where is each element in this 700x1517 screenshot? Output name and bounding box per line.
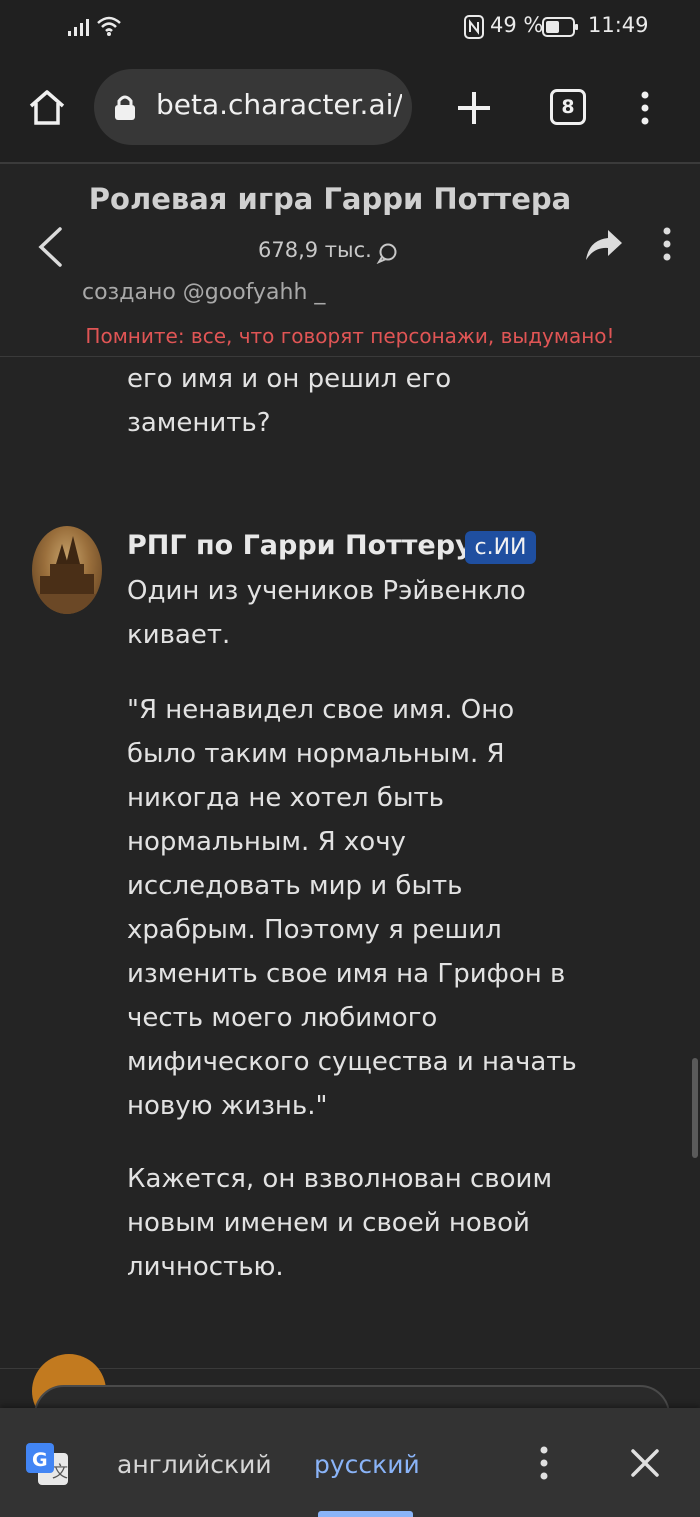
- message-line: нормальным. Я хочу: [127, 827, 406, 857]
- chat-title: Ролевая игра Гарри Поттера: [88, 182, 572, 216]
- chat-bubble-icon: [376, 243, 397, 264]
- new-tab-icon[interactable]: [456, 90, 492, 126]
- message-line: Один из учеников Рэйвенкло: [127, 576, 526, 606]
- chat-menu-icon[interactable]: [660, 226, 674, 262]
- message-line: храбрым. Поэтому я решил: [127, 915, 502, 945]
- bot-avatar[interactable]: [32, 526, 102, 614]
- message-line: честь моего любимого: [127, 1003, 438, 1033]
- wifi-icon: [97, 16, 121, 36]
- active-tab-indicator: [318, 1511, 413, 1517]
- interaction-count: 678,9 тыс.: [258, 238, 372, 262]
- browser-toolbar: beta.character.ai/ 8: [0, 56, 700, 164]
- message-line: новым именем и своей новой: [127, 1208, 530, 1238]
- message-paragraph-1: Один из учеников Рэйвенкло кивает.: [127, 569, 677, 657]
- svg-text:文: 文: [52, 1462, 68, 1481]
- google-translate-icon: 文 G: [26, 1443, 68, 1485]
- clock: 11:49: [588, 13, 649, 37]
- message-line: мифического существа и начать: [127, 1047, 577, 1077]
- divider: [0, 1368, 700, 1369]
- back-arrow-icon[interactable]: [36, 226, 64, 268]
- message-line: изменить свое имя на Грифон в: [127, 959, 566, 989]
- bot-name: РПГ по Гарри Поттеру: [127, 530, 473, 561]
- message-paragraph-2: "Я ненавидел свое имя. Оно было таким но…: [127, 688, 677, 1128]
- signal-icon: [68, 19, 89, 36]
- chat-header: Ролевая игра Гарри Поттера 678,9 тыс. со…: [0, 164, 700, 357]
- message-line: его имя и он решил его: [127, 364, 452, 394]
- message-line: личностью.: [127, 1252, 284, 1282]
- translate-bar: 文 G английский русский: [0, 1408, 700, 1517]
- svg-text:G: G: [32, 1449, 48, 1471]
- close-icon[interactable]: [630, 1448, 660, 1478]
- source-language-tab[interactable]: английский: [117, 1450, 272, 1479]
- status-bar: 49 % 11:49: [0, 0, 700, 56]
- disclaimer-warning: Помните: все, что говорят персонажи, выд…: [85, 324, 615, 348]
- battery-icon: [542, 17, 578, 37]
- message-line: кивает.: [127, 620, 231, 650]
- message-partial: его имя и он решил его заменить?: [127, 357, 677, 445]
- message-paragraph-3: Кажется, он взволнован своим новым имене…: [127, 1157, 677, 1289]
- browser-menu-icon[interactable]: [638, 90, 652, 126]
- url-text: beta.character.ai/: [156, 88, 402, 121]
- ai-badge: c.ИИ: [465, 531, 536, 564]
- castle-image: [32, 536, 102, 614]
- message-line: было таким нормальным. Я: [127, 739, 505, 769]
- message-line: заменить?: [127, 408, 271, 438]
- battery-percent: 49 %: [490, 13, 544, 37]
- lock-icon: [115, 95, 135, 120]
- message-line: новую жизнь.": [127, 1091, 328, 1121]
- message-line: "Я ненавидел свое имя. Оно: [127, 695, 515, 725]
- translate-menu-icon[interactable]: [537, 1445, 551, 1481]
- address-bar[interactable]: beta.character.ai/: [94, 69, 412, 145]
- home-icon[interactable]: [28, 88, 66, 126]
- share-icon[interactable]: [584, 228, 624, 262]
- target-language-tab[interactable]: русский: [314, 1450, 420, 1479]
- tab-switcher-button[interactable]: 8: [550, 89, 586, 125]
- nfc-icon: [464, 15, 484, 39]
- scrollbar-thumb[interactable]: [692, 1058, 698, 1158]
- message-line: Кажется, он взволнован своим: [127, 1164, 553, 1194]
- message-line: исследовать мир и быть: [127, 871, 463, 901]
- creator-label[interactable]: создано @goofyahh _: [82, 280, 325, 305]
- message-line: никогда не хотел быть: [127, 783, 444, 813]
